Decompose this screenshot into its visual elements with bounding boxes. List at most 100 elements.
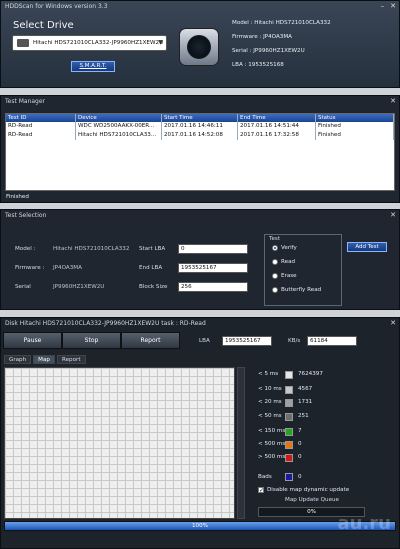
legend-label: > 500 ms — [258, 454, 286, 460]
test-selection-title: Test Selection — [5, 212, 47, 219]
table-cell: Finished — [316, 131, 394, 140]
legend-count: 1731 — [298, 399, 313, 405]
window-controls: – ✕ — [381, 2, 396, 10]
hard-drive-icon — [17, 39, 29, 47]
checkbox-label: Disable map dynamic update — [267, 487, 350, 493]
table-cell: WDC WD2500AAKX-00ER... — [76, 122, 162, 131]
lba-value: 1953525167 — [222, 336, 272, 346]
close-icon[interactable]: ✕ — [390, 211, 396, 219]
test-manager-title: Test Manager — [5, 98, 46, 105]
erase-option[interactable]: Erase — [272, 273, 297, 279]
table-cell: 2017.01.16 17:32:58 — [238, 131, 316, 140]
radio-icon — [272, 287, 278, 293]
minimize-icon[interactable]: – — [381, 2, 385, 10]
view-tabs: Graph Map Report — [4, 355, 86, 364]
legend-swatch — [285, 399, 293, 407]
butterfly-read-option[interactable]: Butterfly Read — [272, 287, 321, 293]
test-manager-window: Test Manager ✕ Test ID Device Start Time… — [0, 95, 400, 203]
legend-count: 0 — [298, 441, 302, 447]
drive-select[interactable]: Hitachi HDS721010CLA332-JP9960HZ1XEW2U ▼ — [12, 35, 167, 51]
test-options-group: Verify Read Erase Butterfly Read — [264, 234, 342, 306]
add-test-button[interactable]: Add Test — [347, 242, 387, 252]
legend-swatch — [285, 428, 293, 436]
select-drive-label: Select Drive — [13, 20, 74, 31]
legend-label: < 50 ms — [258, 413, 282, 419]
tab-graph[interactable]: Graph — [4, 355, 32, 364]
window-title: HDDScan for Windows version 3.3 — [5, 3, 108, 10]
start-lba-label: Start LBA — [139, 246, 166, 252]
drive-serial: Serial : JP9960HZ1XEW2U — [232, 48, 305, 54]
column-header[interactable]: End Time — [238, 114, 316, 122]
tab-map[interactable]: Map — [33, 355, 55, 364]
legend-label: < 150 ms — [258, 428, 286, 434]
legend-count: 251 — [298, 413, 309, 419]
stop-button[interactable]: Stop — [62, 332, 121, 349]
legend-count: 0 — [298, 474, 302, 480]
column-header[interactable]: Test ID — [6, 114, 76, 122]
tab-report[interactable]: Report — [56, 355, 86, 364]
disk-icon[interactable] — [179, 28, 219, 66]
kbs-value: 61184 — [307, 336, 357, 346]
table-cell: Finished — [316, 122, 394, 131]
legend-count: 4567 — [298, 386, 313, 392]
disable-map-checkbox[interactable]: ✓ Disable map dynamic update — [258, 487, 350, 494]
column-header[interactable]: Status — [316, 114, 394, 122]
surface-map — [4, 367, 235, 519]
close-icon[interactable]: ✕ — [390, 319, 396, 327]
verify-option[interactable]: Verify — [272, 245, 297, 251]
legend-swatch — [285, 454, 293, 462]
table-row[interactable]: RD-Read WDC WD2500AAKX-00ER... 2017.01.1… — [6, 122, 394, 131]
block-size-input[interactable]: 256 — [178, 282, 248, 292]
map-scrollbar[interactable] — [237, 367, 245, 519]
test-table: Test ID Device Start Time End Time Statu… — [5, 113, 395, 191]
pause-button[interactable]: Pause — [3, 332, 62, 349]
serial-value: JP9960HZ1XEW2U — [53, 284, 105, 290]
column-header[interactable]: Device — [76, 114, 162, 122]
main-window: HDDScan for Windows version 3.3 – ✕ Sele… — [0, 0, 400, 88]
chevron-down-icon[interactable]: ▼ — [158, 36, 163, 50]
status-text: Finished — [6, 194, 29, 200]
scan-window: Disk Hitachi HDS721010CLA332-JP9960HZ1XE… — [0, 317, 400, 549]
legend-label: < 5 ms — [258, 371, 279, 377]
firmware-value: JP4OA3MA — [53, 265, 82, 271]
legend-label: < 10 ms — [258, 386, 282, 392]
report-button[interactable]: Report — [121, 332, 180, 349]
close-icon[interactable]: ✕ — [390, 97, 396, 105]
table-cell: 2017.01.16 14:46:11 — [162, 122, 238, 131]
legend-label: Bads — [258, 474, 272, 480]
start-lba-input[interactable]: 0 — [178, 244, 248, 254]
option-label: Verify — [281, 245, 297, 251]
option-label: Erase — [281, 273, 297, 279]
column-header[interactable]: Start Time — [162, 114, 238, 122]
drive-firmware: Firmware : JP4OA3MA — [232, 34, 293, 40]
table-cell: 2017.01.16 14:52:08 — [162, 131, 238, 140]
option-label: Butterfly Read — [281, 287, 322, 293]
serial-label: Serial — [15, 284, 31, 290]
block-size-label: Block Size — [139, 284, 168, 290]
legend-swatch — [285, 413, 293, 421]
legend-count: 7624397 — [298, 371, 323, 377]
lba-label: LBA — [199, 338, 210, 344]
legend-count: 0 — [298, 454, 302, 460]
test-selection-window: Test Selection ✕ Model : Hitachi HDS7210… — [0, 209, 400, 310]
legend-label: < 20 ms — [258, 399, 282, 405]
table-row[interactable]: RD-Read Hitachi HDS721010CLA33... 2017.0… — [6, 131, 394, 140]
firmware-label: Firmware : — [15, 265, 45, 271]
table-header: Test ID Device Start Time End Time Statu… — [6, 114, 394, 122]
legend-swatch — [285, 441, 293, 449]
read-option[interactable]: Read — [272, 259, 295, 265]
drive-select-value: Hitachi HDS721010CLA332-JP9960HZ1XEW2U — [33, 40, 164, 46]
end-lba-input[interactable]: 1953525167 — [178, 263, 248, 273]
radio-icon — [272, 259, 278, 265]
close-icon[interactable]: ✕ — [390, 2, 396, 10]
table-cell: 2017.01.16 14:51:44 — [238, 122, 316, 131]
queue-label: Map Update Queue — [285, 497, 339, 503]
table-cell: Hitachi HDS721010CLA33... — [76, 131, 162, 140]
drive-lba: LBA : 1953525168 — [232, 62, 284, 68]
table-cell: RD-Read — [6, 122, 76, 131]
legend-swatch — [285, 371, 293, 379]
radio-selected-icon — [272, 245, 278, 251]
option-label: Read — [281, 259, 296, 265]
smart-button[interactable]: S.M.A.R.T. — [71, 61, 115, 72]
legend-swatch — [285, 386, 293, 394]
